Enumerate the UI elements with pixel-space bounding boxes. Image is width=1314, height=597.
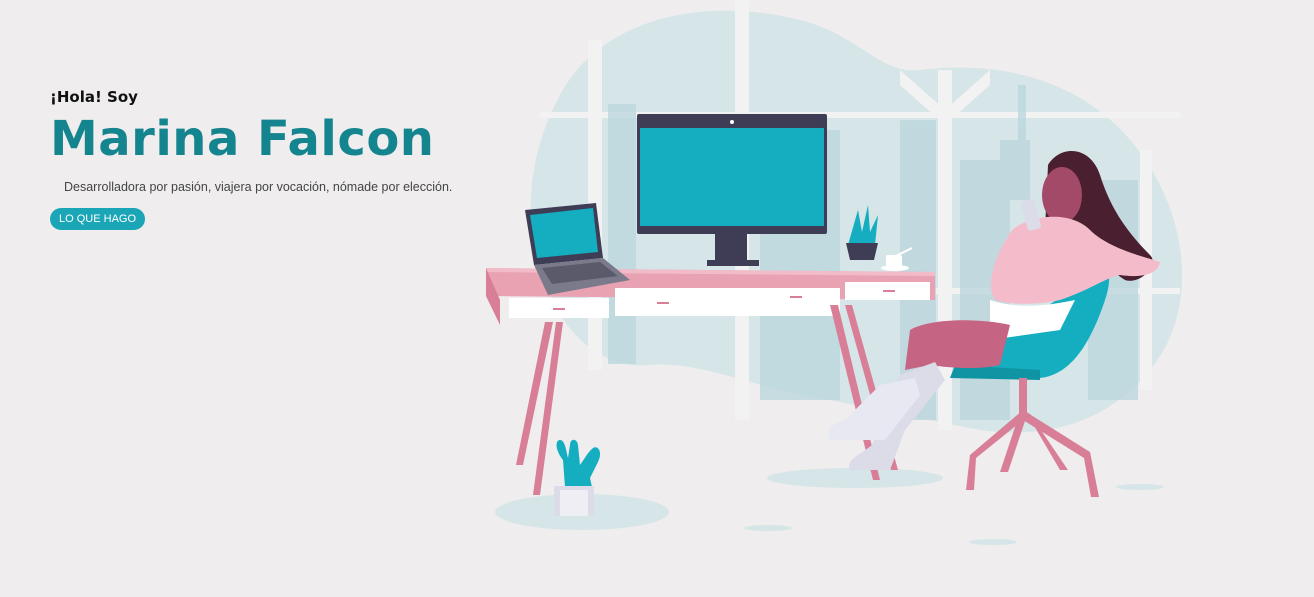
chair-shadow: [767, 468, 943, 488]
workspace-illustration: [486, 0, 1183, 545]
hero-section: ¡Hola! Soy Marina Falcon Desarrolladora …: [50, 88, 452, 230]
greeting-text: ¡Hola! Soy: [50, 88, 138, 106]
hero-name: Marina Falcon: [50, 111, 435, 167]
hero-tagline: Desarrolladora por pasión, viajera por v…: [64, 180, 453, 194]
what-i-do-button[interactable]: LO QUE HAGO: [50, 208, 146, 230]
cactus-pot: [554, 439, 601, 516]
